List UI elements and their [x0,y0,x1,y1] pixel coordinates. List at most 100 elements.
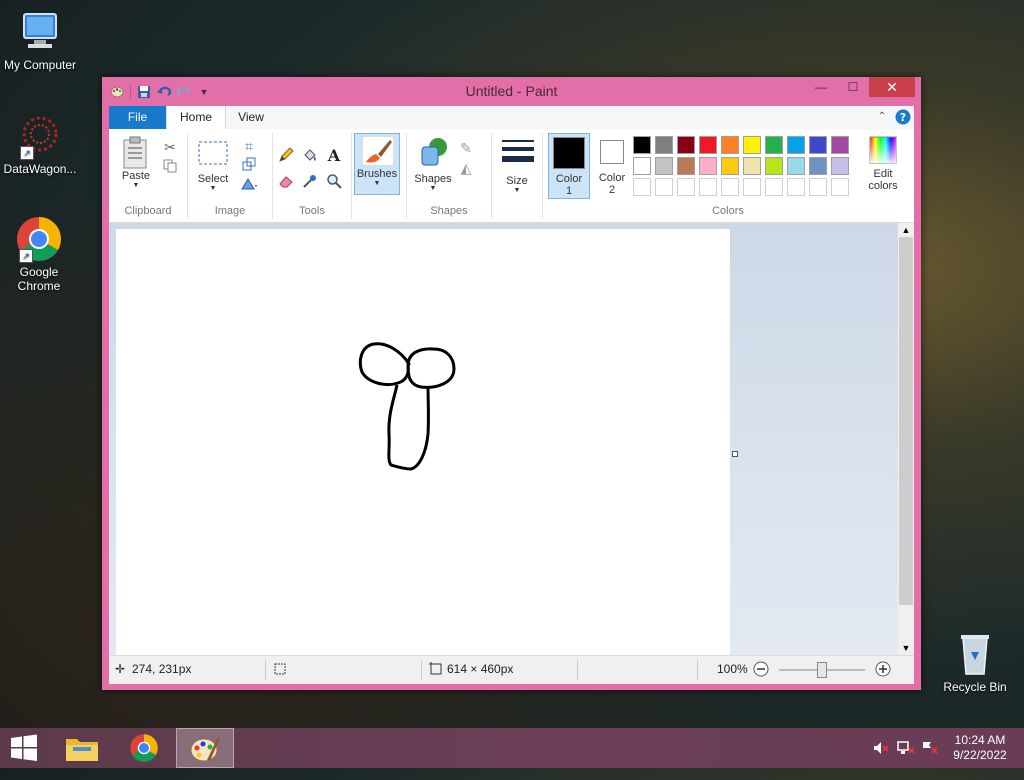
copy-icon[interactable] [161,159,179,177]
status-divider [421,660,422,680]
eraser-icon[interactable] [277,173,295,191]
action-center-icon[interactable] [921,740,939,780]
rotate-icon[interactable] [240,177,258,195]
minimize-button[interactable]: — [805,77,837,97]
palette-swatch-empty[interactable] [809,178,827,196]
palette-swatch[interactable] [721,136,739,154]
minimize-ribbon-chevron-icon[interactable]: ⌃ [874,109,890,125]
image-size-icon [429,662,443,679]
group-size: Size ▼ [492,133,543,219]
desktop-icon-google-chrome[interactable]: ↗ Google Chrome [0,215,78,293]
palette-swatch[interactable] [831,157,849,175]
outline-icon[interactable]: ✎ [457,139,475,157]
edit-colors-button[interactable]: Edit colors [861,133,905,192]
canvas-area [109,223,898,655]
zoom-slider-thumb[interactable] [817,662,827,678]
palette-swatch[interactable] [633,157,651,175]
select-button[interactable]: Select ▼ [194,141,232,192]
palette-swatch-empty[interactable] [699,178,717,196]
color1-swatch [553,137,585,169]
title-bar[interactable]: ▼ Untitled - Paint — ☐ ✕ [102,77,921,106]
palette-swatch[interactable] [655,157,673,175]
palette-swatch[interactable] [699,157,717,175]
palette-swatch-empty[interactable] [831,178,849,196]
palette-swatch[interactable] [677,136,695,154]
drawing [358,342,456,471]
palette-swatch[interactable] [721,157,739,175]
palette-swatch[interactable] [633,136,651,154]
shapes-button[interactable]: Shapes ▼ [411,137,455,192]
group-label: Shapes [430,205,468,217]
pencil-icon[interactable] [277,147,295,165]
chrome-icon [130,734,158,762]
zoom-out-button[interactable] [753,661,769,680]
palette-swatch[interactable] [831,136,849,154]
group-shapes: Shapes ▼ ✎ ◭ Shapes [407,133,492,219]
palette-swatch-empty[interactable] [743,178,761,196]
magnifier-icon[interactable] [325,173,343,191]
palette-swatch-empty[interactable] [677,178,695,196]
palette-swatch[interactable] [787,136,805,154]
select-dropdown-chevron-icon[interactable]: ▼ [194,185,232,192]
cut-icon[interactable]: ✂ [161,138,179,156]
desktop-icon-label: DataWagon... [3,162,77,176]
color2-button[interactable]: Color 2 [593,133,631,199]
palette-swatch-empty[interactable] [721,178,739,196]
vertical-scrollbar[interactable]: ▲ ▼ [898,223,914,655]
taskbar-chrome[interactable] [116,728,172,768]
tab-file[interactable]: File [109,106,166,129]
scroll-up-icon[interactable]: ▲ [898,223,914,237]
shape-fill-icon[interactable]: ◭ [457,159,475,177]
drawing-canvas[interactable] [116,229,730,655]
help-icon[interactable]: ? [895,109,911,125]
palette-swatch[interactable] [677,157,695,175]
tab-view[interactable]: View [226,106,276,129]
size-dropdown-chevron-icon[interactable]: ▼ [498,187,536,194]
palette-swatch-empty[interactable] [633,178,651,196]
palette-swatch[interactable] [809,157,827,175]
color1-button[interactable]: Color 1 [548,133,590,199]
scroll-down-icon[interactable]: ▼ [898,641,914,655]
desktop-icon-datawagon[interactable]: ↗ DataWagon... [0,112,80,176]
taskbar-paint[interactable] [176,728,234,768]
palette-swatch-empty[interactable] [787,178,805,196]
canvas-resize-handle[interactable] [732,451,738,457]
color2-swatch [600,140,624,164]
brushes-button[interactable]: Brushes ▼ [354,133,400,195]
scrollbar-thumb[interactable] [899,237,913,605]
maximize-button[interactable]: ☐ [837,77,869,97]
palette-swatch[interactable] [787,157,805,175]
close-button[interactable]: ✕ [869,77,915,97]
color-picker-icon[interactable] [301,173,319,191]
palette-swatch-empty[interactable] [655,178,673,196]
palette-swatch[interactable] [809,136,827,154]
crop-icon[interactable]: ⌗ [240,137,258,155]
volume-muted-icon[interactable] [873,740,889,780]
palette-swatch[interactable] [765,157,783,175]
color-palette [633,133,857,199]
palette-swatch[interactable] [743,136,761,154]
palette-swatch[interactable] [655,136,673,154]
svg-text:?: ? [900,111,906,124]
desktop-icon-recycle-bin[interactable]: Recycle Bin [935,630,1015,694]
start-button[interactable] [0,728,48,768]
resize-icon[interactable] [240,157,258,175]
zoom-in-button[interactable] [875,661,891,680]
network-icon[interactable] [897,740,915,780]
palette-swatch[interactable] [699,136,717,154]
brushes-dropdown-chevron-icon[interactable]: ▼ [355,180,399,187]
text-tool-icon[interactable]: A [325,147,343,165]
paste-dropdown-chevron-icon[interactable]: ▼ [117,182,155,189]
paste-button[interactable]: Paste ▼ [117,136,155,189]
tab-home[interactable]: Home [166,106,226,129]
palette-swatch[interactable] [765,136,783,154]
palette-swatch[interactable] [743,157,761,175]
edit-colors-label-2: colors [868,180,898,192]
shapes-dropdown-chevron-icon[interactable]: ▼ [411,185,455,192]
clock[interactable]: 10:24 AM 9/22/2022 [944,733,1016,773]
taskbar-file-explorer[interactable] [54,728,110,768]
desktop-icon-my-computer[interactable]: My Computer [0,8,80,72]
palette-swatch-empty[interactable] [765,178,783,196]
fill-bucket-icon[interactable] [301,147,319,165]
size-button[interactable]: Size ▼ [498,139,536,194]
